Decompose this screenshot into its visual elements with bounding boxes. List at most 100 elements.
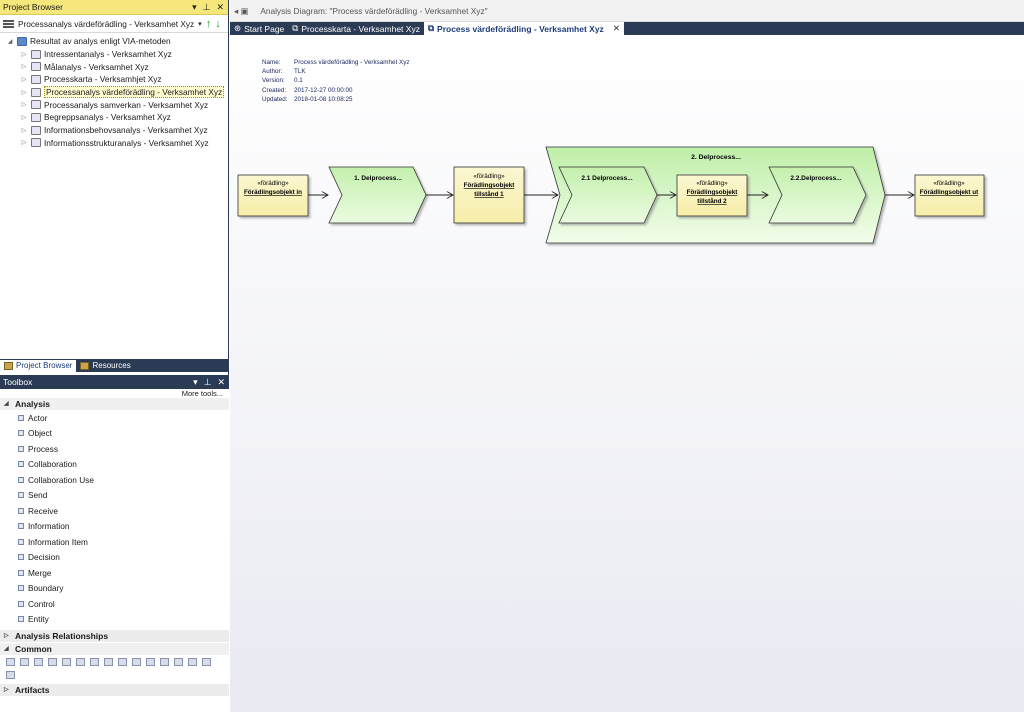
expand-icon[interactable]: ▷: [20, 51, 28, 58]
toolbox-item[interactable]: Receive: [0, 503, 229, 519]
nav-icon[interactable]: ◂ ▣: [234, 6, 248, 16]
constraint-icon[interactable]: [202, 658, 211, 666]
artifact-icon[interactable]: [104, 658, 113, 666]
toolbox-item[interactable]: Process: [0, 441, 229, 457]
package-icon[interactable]: [76, 658, 85, 666]
chevron-down-icon[interactable]: ▾: [198, 20, 202, 28]
close-icon[interactable]: ✕: [613, 23, 620, 34]
move-down-icon[interactable]: ↓: [215, 18, 221, 30]
close-icon[interactable]: ✕: [217, 375, 225, 389]
project-tree: ◢ Resultat av analys enligt VIA-metoden …: [0, 33, 228, 149]
toolbox-item[interactable]: Collaboration Use: [0, 472, 229, 488]
tab-project-browser[interactable]: Project Browser: [0, 360, 77, 372]
toolbox-item[interactable]: Entity: [0, 612, 229, 628]
tab-process-vardeforadling[interactable]: ⧉ Process värdeförädling - Verksamhet Xyz…: [423, 22, 624, 35]
toolbox-panel: More tools... ◢ Analysis Actor Object Proce…: [0, 389, 229, 712]
object-label: tillstånd 2: [697, 197, 727, 205]
object-state-2[interactable]: «förädling» Förädlingsobjekt tillstånd 2: [676, 174, 748, 217]
expand-icon[interactable]: ▷: [20, 114, 28, 121]
object-out[interactable]: «förädling» Förädlingsobjekt ut: [914, 174, 985, 217]
diagram-canvas[interactable]: Name: Process värdeförädling - Verksamhet…: [230, 35, 1024, 712]
element-icon: [18, 476, 24, 483]
toolbox-item[interactable]: Information: [0, 519, 229, 535]
pin-icon[interactable]: ⊥: [203, 0, 211, 15]
menu-icon[interactable]: [3, 19, 14, 28]
toolbox-item-label: Object: [28, 428, 52, 439]
group-common[interactable]: ◢ Common: [0, 643, 229, 655]
tree-item-label: Intressentanalys - Verksamhet Xyz: [44, 49, 172, 60]
expand-icon[interactable]: ▷: [20, 63, 28, 70]
tree-item[interactable]: ▷ Målanalys - Verksamhet Xyz: [0, 60, 228, 73]
expand-icon[interactable]: ▷: [20, 139, 28, 146]
tab-resources[interactable]: Resources: [76, 360, 134, 372]
document-icon[interactable]: [118, 658, 127, 666]
expand-icon[interactable]: ◢: [6, 38, 14, 45]
diagram-icon: ⧉: [292, 23, 299, 33]
image-icon[interactable]: [146, 658, 155, 666]
process-1[interactable]: 1. Delprocess...: [328, 166, 427, 224]
close-icon[interactable]: ✕: [216, 0, 224, 15]
expand-icon[interactable]: ▷: [20, 76, 28, 83]
object-state-1[interactable]: «förädling» Förädlingsobjekt tillstånd 1: [453, 166, 525, 224]
toolbox-item[interactable]: Information Item: [0, 534, 229, 550]
expand-icon[interactable]: ▷: [20, 101, 28, 108]
process-label: 2.1 Delprocess...: [581, 175, 632, 182]
boundary-icon[interactable]: [90, 658, 99, 666]
list-icon[interactable]: [48, 658, 57, 666]
package-icon: [17, 36, 27, 46]
tree-item[interactable]: ▷ Informationsbehovsanalys - Verksamhet X…: [0, 124, 228, 137]
element-icon: [18, 507, 24, 514]
toolbox-item[interactable]: Merge: [0, 565, 229, 581]
diagram-icon: [31, 49, 41, 59]
tree-item[interactable]: ▷ Processanalys värdeförädling - Verksamh…: [0, 86, 228, 99]
tree-item[interactable]: ▷ Informationsstrukturanalys - Verksamhet…: [0, 137, 228, 150]
note-icon[interactable]: [6, 658, 15, 666]
tab-processkarta[interactable]: ⧉ Processkarta - Verksamhet Xyz: [288, 22, 424, 35]
expand-icon[interactable]: ▷: [20, 127, 28, 134]
tab-start-page[interactable]: ⊛ Start Page: [230, 22, 288, 35]
table-icon[interactable]: [62, 658, 71, 666]
tree-item[interactable]: ▷ Processanalys samverkan - Verksamhet Xy…: [0, 98, 228, 111]
move-up-icon[interactable]: ↑: [206, 18, 212, 30]
toolbox-item[interactable]: Send: [0, 488, 229, 504]
diagram-header-label: Analysis Diagram: "Process värdeförädlin…: [260, 6, 488, 16]
tree-item[interactable]: ▷ Processkarta - Verksamhjet Xyz: [0, 73, 228, 86]
dropdown-icon[interactable]: ▾: [193, 375, 198, 389]
toolbox-item[interactable]: Boundary: [0, 581, 229, 597]
trace-icon[interactable]: [188, 658, 197, 666]
toolbox-item[interactable]: Control: [0, 596, 229, 612]
group-artifacts[interactable]: ▷ Artifacts: [0, 684, 229, 696]
process-2-2[interactable]: 2.2.Delprocess...: [768, 166, 867, 224]
pin-icon[interactable]: ⊥: [204, 375, 212, 389]
tree-root[interactable]: ◢ Resultat av analys enligt VIA-metoden: [0, 35, 228, 48]
tree-item[interactable]: ▷ Begreppsanalys - Verksamhet Xyz: [0, 111, 228, 124]
left-dock: Project Browser ▾ ⊥ ✕ Processanalys värd…: [0, 0, 229, 712]
link-icon[interactable]: [6, 671, 15, 679]
more-tools-link[interactable]: More tools...: [0, 389, 229, 398]
hyperlink-icon[interactable]: [160, 658, 169, 666]
tree-item[interactable]: ▷ Intressentanalys - Verksamhet Xyz: [0, 48, 228, 61]
toolbox-item-label: Entity: [28, 614, 49, 625]
group-analysis-relationships[interactable]: ▷ Analysis Relationships: [0, 630, 229, 642]
toolbox-item[interactable]: Decision: [0, 550, 229, 566]
object-in[interactable]: «förädling» Förädlingsobjekt in: [237, 174, 309, 217]
toolbox-item[interactable]: Object: [0, 426, 229, 442]
folder-icon[interactable]: [132, 658, 141, 666]
dropdown-icon[interactable]: ▾: [192, 0, 197, 15]
element-icon: [18, 569, 24, 576]
element-icon: [18, 492, 24, 499]
toolbox-titlebar: Toolbox ▾ ⊥ ✕: [0, 375, 229, 389]
text-icon[interactable]: [20, 658, 29, 666]
label-icon[interactable]: [34, 658, 43, 666]
element-icon: [18, 430, 24, 437]
group-analysis[interactable]: ◢ Analysis: [0, 398, 229, 410]
element-icon: [18, 554, 24, 561]
expand-icon[interactable]: ▷: [20, 89, 28, 96]
dependency-icon[interactable]: [174, 658, 183, 666]
toolbox-item[interactable]: Collaboration: [0, 457, 229, 473]
toolbox-item[interactable]: Actor: [0, 410, 229, 426]
tab-label: Resources: [92, 361, 131, 370]
object-label: Förädlingsobjekt: [464, 182, 516, 189]
current-package-label[interactable]: Processanalys värdeförädling - Verksamhe…: [18, 19, 194, 29]
process-2-1[interactable]: 2.1 Delprocess...: [558, 166, 658, 224]
